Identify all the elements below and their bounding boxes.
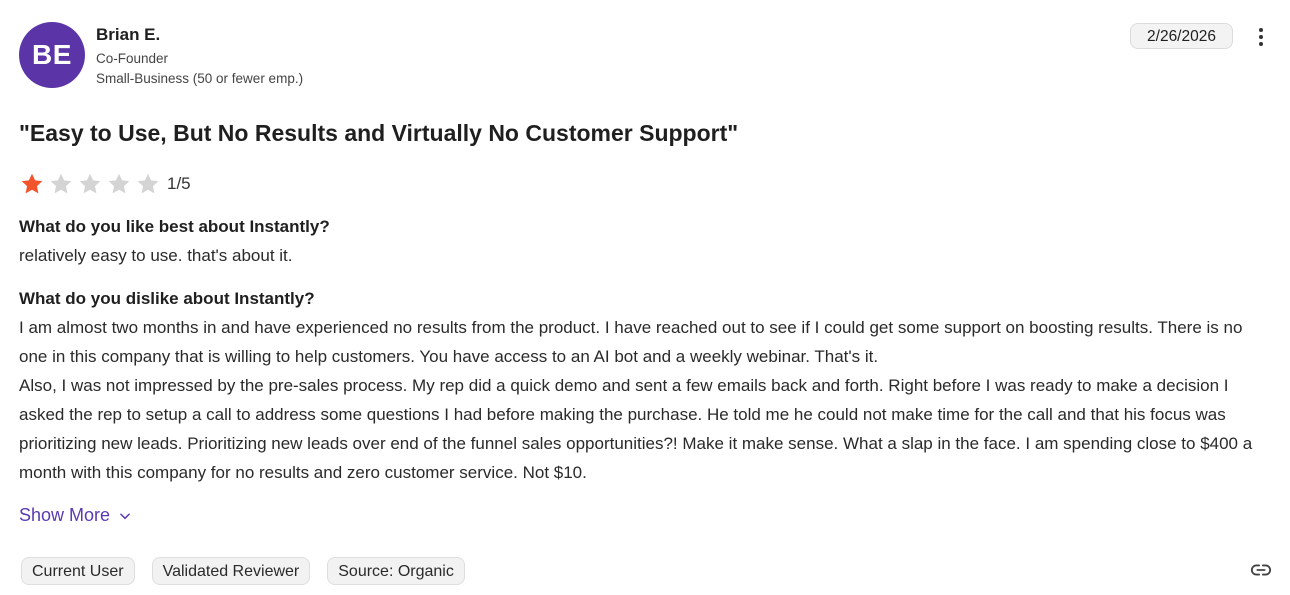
like-question: What do you like best about Instantly? bbox=[19, 217, 330, 236]
link-icon[interactable] bbox=[1250, 559, 1272, 581]
star-rating: 1/5 bbox=[19, 171, 191, 197]
star-icon bbox=[79, 173, 101, 194]
show-more-label: Show More bbox=[19, 505, 111, 525]
dislike-answer-paragraph: I am almost two months in and have exper… bbox=[19, 318, 1243, 366]
show-more-button[interactable]: Show More bbox=[19, 505, 132, 526]
dislike-answer-paragraph: Also, I was not impressed by the pre-sal… bbox=[19, 376, 1253, 482]
review-tags: Current User Validated Reviewer Source: … bbox=[21, 557, 482, 585]
tag-current-user: Current User bbox=[21, 557, 135, 585]
dislike-question: What do you dislike about Instantly? bbox=[19, 289, 315, 308]
rating-text: 1/5 bbox=[167, 174, 191, 193]
like-answer: relatively easy to use. that's about it. bbox=[19, 241, 1259, 270]
like-answer-text: relatively easy to use. that's about it. bbox=[19, 246, 293, 265]
star-icon bbox=[108, 173, 130, 194]
review-date-badge: 2/26/2026 bbox=[1130, 23, 1233, 49]
review-card: BE Brian E. Co-Founder Small-Business (5… bbox=[0, 0, 1290, 595]
avatar-initials: BE bbox=[32, 39, 72, 70]
review-title: "Easy to Use, But No Results and Virtual… bbox=[19, 120, 739, 146]
dislike-answer: I am almost two months in and have exper… bbox=[19, 313, 1259, 487]
star-icon bbox=[21, 173, 43, 194]
reviewer-name[interactable]: Brian E. bbox=[96, 25, 160, 45]
reviewer-company-size: Small-Business (50 or fewer emp.) bbox=[96, 71, 304, 86]
star-icon bbox=[137, 173, 159, 194]
avatar: BE bbox=[19, 22, 85, 88]
star-icon bbox=[50, 173, 72, 194]
more-vertical-icon bbox=[1259, 28, 1263, 32]
chevron-down-icon bbox=[120, 512, 130, 519]
tag-source-organic: Source: Organic bbox=[327, 557, 465, 585]
reviewer-title: Co-Founder bbox=[96, 51, 169, 66]
more-options-button[interactable] bbox=[1251, 24, 1271, 50]
tag-validated-reviewer: Validated Reviewer bbox=[151, 557, 311, 585]
